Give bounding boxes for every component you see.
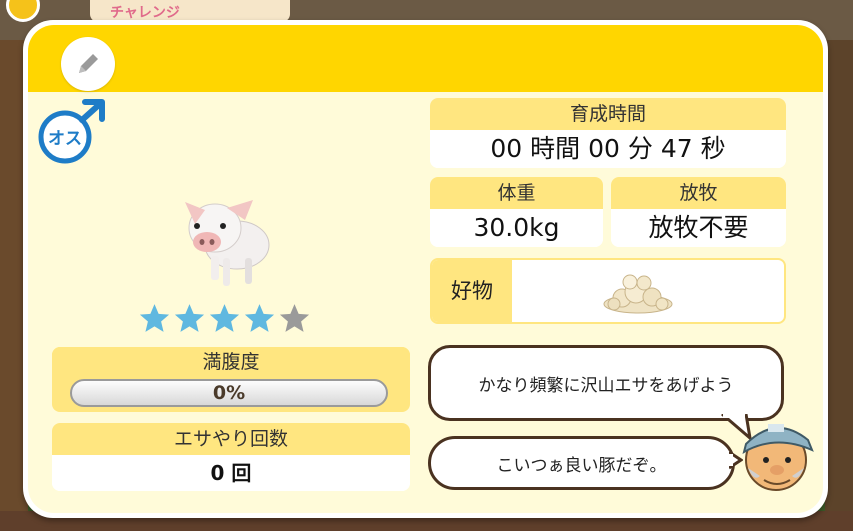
- satiety-value: 0%: [212, 382, 246, 404]
- male-symbol-icon: オス: [38, 99, 105, 164]
- weight-value: 30.0kg: [430, 209, 603, 247]
- pasture-value: 放牧不要: [611, 209, 786, 247]
- growth-time-panel: 育成時間 00 時間 00 分 47 秒: [430, 98, 786, 168]
- satiety-label: 満腹度: [52, 347, 410, 377]
- feed-count-label: エサやり回数: [52, 423, 410, 455]
- edit-button[interactable]: [61, 37, 115, 91]
- pencil-icon: [79, 54, 98, 73]
- pasture-panel: 放牧 放牧不要: [611, 177, 786, 247]
- star-icon: [139, 304, 170, 332]
- comment-bubble: こいつぁ良い豚だぞ。: [428, 436, 735, 490]
- background-banner: チャレンジ: [90, 0, 290, 22]
- farmer-avatar: [742, 424, 814, 491]
- satiety-panel: 満腹度 0%: [52, 347, 410, 412]
- star-icon: [244, 304, 275, 332]
- rating-stars: [138, 302, 311, 335]
- star-icon: [174, 304, 205, 332]
- feed-count-panel: エサやり回数 0 回: [52, 423, 410, 491]
- advice-bubble: かなり頻繁に沢山エサをあげよう: [428, 345, 784, 421]
- feed-pile-icon: [603, 274, 673, 314]
- satiety-progress-bar: 0%: [70, 379, 388, 407]
- gender-label: オス: [48, 129, 82, 149]
- feed-count-value: 0 回: [52, 455, 410, 491]
- card-header: [28, 25, 823, 92]
- comment-text: こいつぁ良い豚だぞ。: [496, 455, 667, 476]
- favorite-food-label: 好物: [432, 260, 512, 322]
- star-empty-icon: [279, 304, 310, 332]
- advice-text: かなり頻繁に沢山エサをあげよう: [478, 375, 734, 396]
- star-icon: [209, 304, 240, 332]
- growth-time-value: 00 時間 00 分 47 秒: [430, 130, 786, 168]
- growth-time-label: 育成時間: [430, 98, 786, 130]
- favorite-food-panel: 好物: [430, 258, 786, 324]
- pasture-label: 放牧: [611, 177, 786, 209]
- background-fence-right: [825, 40, 853, 531]
- pig-image: [185, 200, 270, 286]
- background-banner-text: チャレンジ: [110, 5, 180, 21]
- weight-panel: 体重 30.0kg: [430, 177, 603, 247]
- weight-label: 体重: [430, 177, 603, 209]
